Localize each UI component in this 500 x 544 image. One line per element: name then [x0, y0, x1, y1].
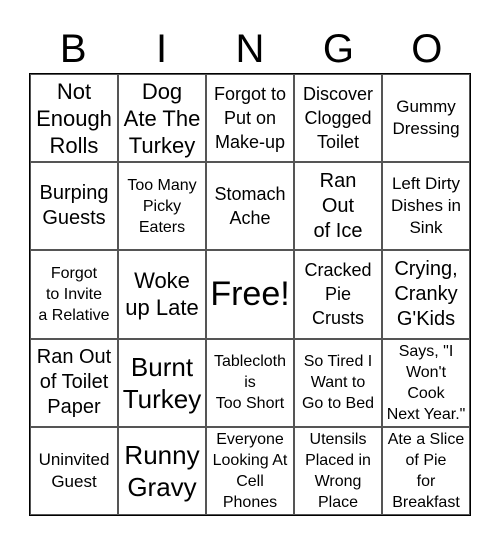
bingo-cell[interactable]: Cracked Pie Crusts	[294, 250, 382, 339]
bingo-cell[interactable]: Everyone Looking At Cell Phones	[206, 426, 294, 515]
cell-text: Tablecloth is Too Short	[213, 353, 287, 413]
bingo-cell[interactable]: Stomach Ache	[206, 162, 294, 251]
bingo-cell[interactable]: Burping Guests	[30, 162, 118, 251]
cell-text: Not Enough Rolls	[36, 78, 112, 158]
cell-text: Burping Guests	[39, 182, 109, 230]
bingo-cell[interactable]: Left Dirty Dishes in Sink	[382, 162, 470, 251]
bingo-cell[interactable]: Ate a Slice of Pie for Breakfast	[382, 426, 470, 515]
cell-text: Forgot to Invite a Relative	[38, 264, 110, 324]
cell-text: Woke up Late	[125, 268, 199, 321]
cell-text: Discover Clogged Toilet	[302, 84, 373, 153]
cell-text: Left Dirty Dishes in Sink	[391, 174, 461, 238]
bingo-cell[interactable]: Utensils Placed in Wrong Place	[294, 426, 382, 515]
bingo-cell[interactable]: Forgot to Put on Make-up	[206, 74, 294, 163]
bingo-cell[interactable]: Not Enough Rolls	[30, 74, 118, 163]
bingo-cell[interactable]: Ran Out of Toilet Paper	[30, 338, 118, 427]
bingo-cell[interactable]: Discover Clogged Toilet	[294, 74, 382, 163]
cell-text: Everyone Looking At Cell Phones	[212, 430, 288, 511]
cell-text: Ate a Slice of Pie for Breakfast	[387, 430, 465, 511]
cell-text: Free!	[210, 275, 290, 314]
bingo-header: B I N G O	[29, 26, 471, 72]
cell-text: Ran Out of Ice	[313, 169, 363, 242]
bingo-cell[interactable]: Too Many Picky Eaters	[118, 162, 206, 251]
bingo-cell[interactable]: Runny Gravy	[118, 426, 206, 515]
bingo-cell[interactable]: Burnt Turkey	[118, 338, 206, 427]
cell-text: Burnt Turkey	[122, 351, 202, 414]
bingo-cell[interactable]: Tablecloth is Too Short	[206, 338, 294, 427]
bingo-cell[interactable]: Forgot to Invite a Relative	[30, 250, 118, 339]
bingo-cell[interactable]: Gummy Dressing	[382, 74, 470, 163]
cell-text: Cracked Pie Crusts	[304, 260, 372, 329]
bingo-cell[interactable]: Woke up Late	[118, 250, 206, 339]
bingo-board: Not Enough Rolls Dog Ate The Turkey Forg…	[29, 73, 471, 516]
bingo-cell[interactable]: Says, "I Won't Cook Next Year."	[382, 338, 470, 427]
cell-text: Ran Out of Toilet Paper	[36, 346, 112, 419]
header-letter-i: I	[156, 27, 168, 71]
cell-text: Too Many Picky Eaters	[127, 176, 197, 236]
free-space[interactable]: Free!	[206, 250, 294, 339]
cell-text: Utensils Placed in Wrong Place	[305, 430, 371, 511]
header-letter-g: G	[322, 27, 354, 71]
cell-text: Forgot to Put on Make-up	[213, 84, 287, 153]
cell-text: Says, "I Won't Cook Next Year."	[386, 342, 466, 423]
bingo-cell[interactable]: Crying, Cranky G'Kids	[382, 250, 470, 339]
cell-text: Crying, Cranky G'Kids	[394, 257, 458, 330]
header-letter-o: O	[411, 27, 443, 71]
bingo-cell[interactable]: Ran Out of Ice	[294, 162, 382, 251]
bingo-cell[interactable]: Uninvited Guest	[30, 426, 118, 515]
cell-text: So Tired I Want to Go to Bed	[301, 353, 375, 413]
cell-text: Gummy Dressing	[392, 97, 460, 139]
cell-text: Uninvited Guest	[38, 449, 110, 491]
bingo-cell[interactable]: Dog Ate The Turkey	[118, 74, 206, 163]
bingo-cell[interactable]: So Tired I Want to Go to Bed	[294, 338, 382, 427]
cell-text: Runny Gravy	[124, 439, 200, 502]
header-letter-n: N	[235, 27, 265, 71]
cell-text: Stomach Ache	[214, 184, 286, 229]
cell-text: Dog Ate The Turkey	[123, 78, 201, 158]
header-letter-b: B	[59, 27, 87, 71]
